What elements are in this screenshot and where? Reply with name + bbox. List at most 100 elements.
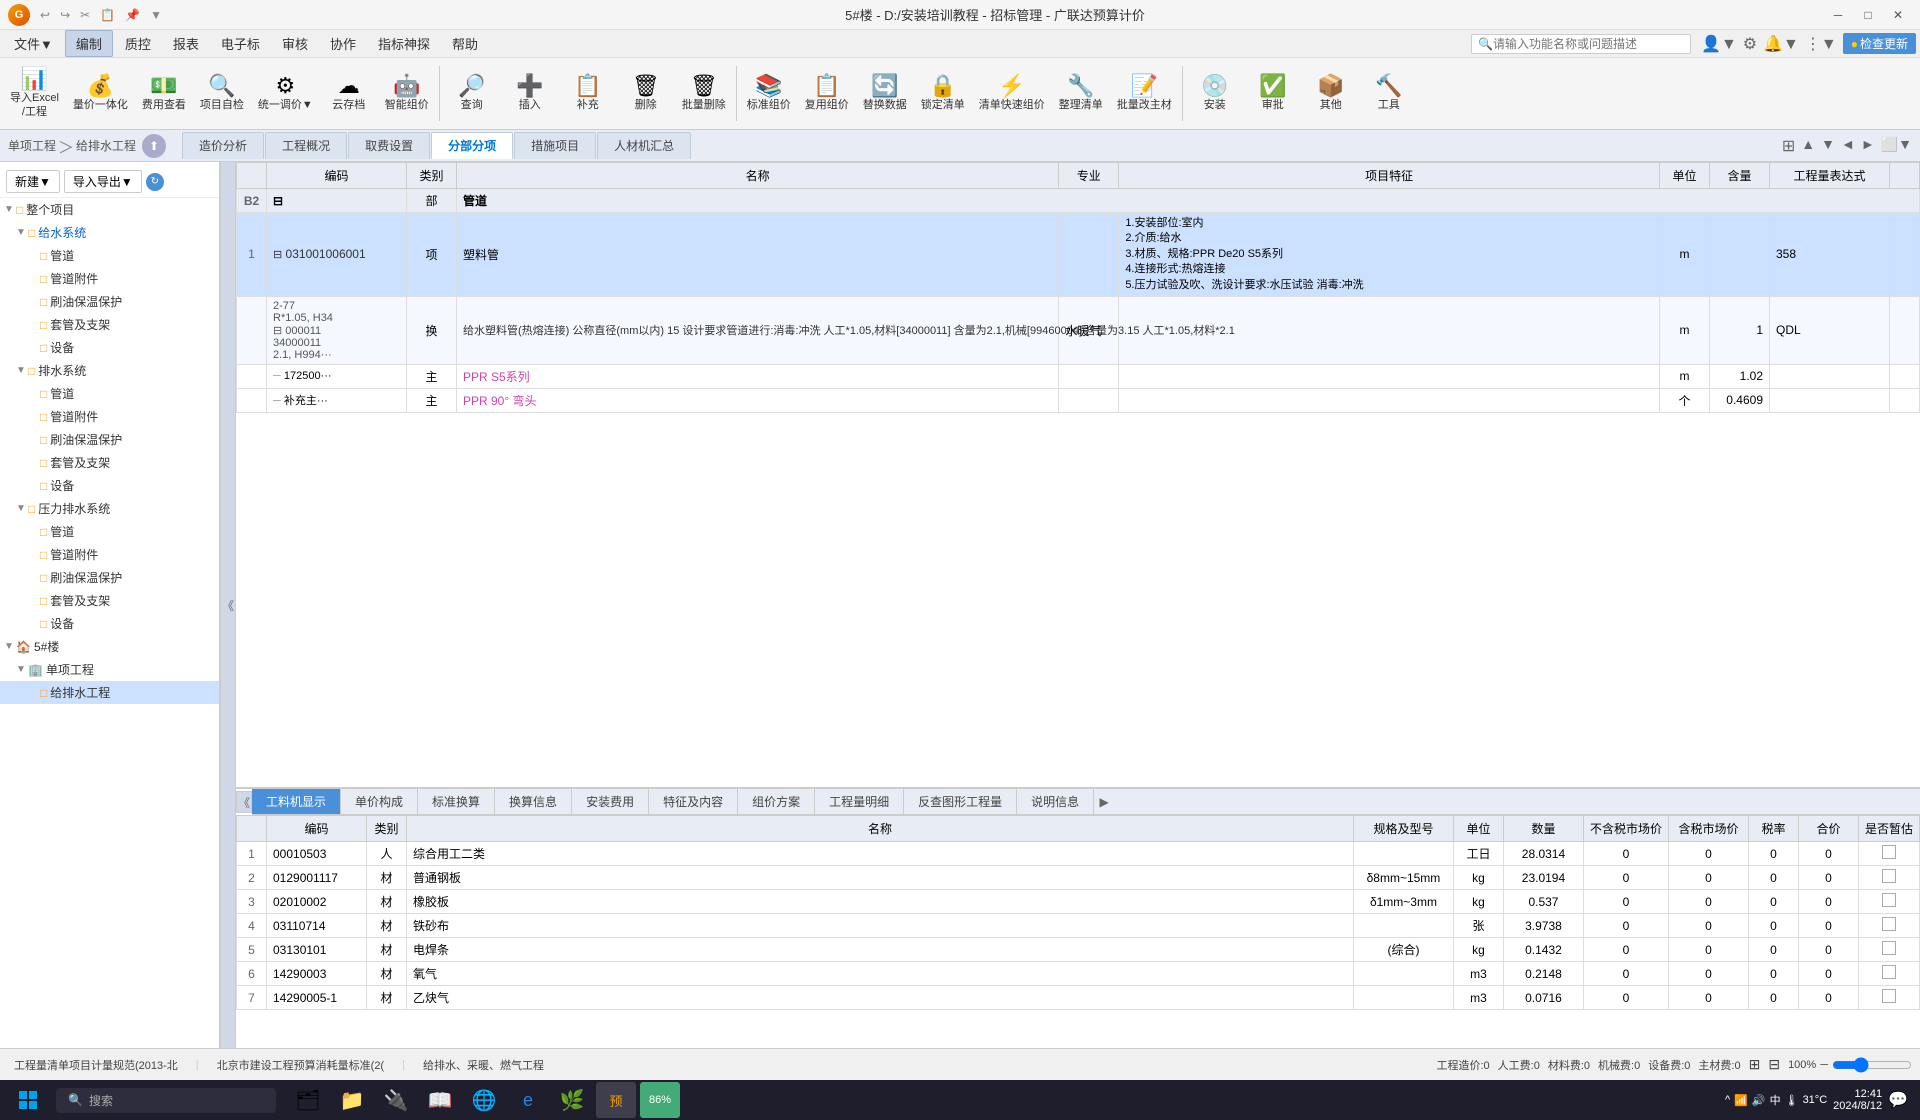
tree-item-single-project[interactable]: ▼ 🏢 单项工程: [0, 658, 219, 681]
taskbar-app-edge[interactable]: 🌐: [464, 1082, 504, 1118]
sub-row1-expr[interactable]: QDL: [1770, 296, 1890, 364]
menu-review[interactable]: 审核: [272, 31, 318, 56]
split-view-icon[interactable]: ⊞: [1782, 136, 1795, 156]
menu-collab[interactable]: 协作: [320, 31, 366, 56]
tab-fee-settings[interactable]: 取费设置: [348, 132, 430, 159]
bot-row7-ex-tax[interactable]: 0: [1583, 986, 1668, 1010]
import-excel-button[interactable]: 📊 导入Excel/工程: [4, 60, 65, 127]
tray-clock[interactable]: 12:41 2024/8/12: [1833, 1088, 1882, 1112]
supplement-button[interactable]: 📋 补充: [560, 60, 616, 127]
tree-item-sleeve3[interactable]: □ 套管及支架: [0, 589, 219, 612]
menu-quality[interactable]: 质控: [115, 31, 161, 56]
import-export-button[interactable]: 导入导出▼: [64, 170, 142, 193]
tray-notification[interactable]: 💬: [1888, 1090, 1908, 1110]
minimize-button[interactable]: ─: [1824, 5, 1852, 25]
tab-labor-display[interactable]: 工料机显示: [252, 789, 341, 814]
tree-item-equipment3[interactable]: □ 设备: [0, 612, 219, 635]
status-project-type[interactable]: 给排水、采暖、燃气工程: [417, 1055, 550, 1075]
bottom-tabs-more[interactable]: ▶: [1094, 789, 1114, 814]
status-quota-standard[interactable]: 工程量清单项目计量规范(2013-北: [8, 1055, 184, 1075]
toolbar-more[interactable]: ▼: [146, 6, 166, 24]
close-button[interactable]: ✕: [1884, 5, 1912, 25]
tree-item-pipe-fittings2[interactable]: □ 管道附件: [0, 405, 219, 428]
notification-icon[interactable]: 🔔▼: [1763, 34, 1799, 54]
status-budget-standard[interactable]: 北京市建设工程预算消耗量标准(2(: [211, 1055, 390, 1075]
row1-name[interactable]: 塑料管: [457, 213, 1059, 297]
arrow-right-icon[interactable]: ►: [1861, 136, 1875, 156]
bot-row3-ex-tax[interactable]: 0: [1583, 890, 1668, 914]
tab-features-content[interactable]: 特征及内容: [649, 789, 738, 814]
menu-report[interactable]: 报表: [163, 31, 209, 56]
tab-unit-price[interactable]: 单价构成: [341, 789, 418, 814]
bot-row2-qty[interactable]: 23.0194: [1503, 866, 1583, 890]
tools-button[interactable]: 🔨 工具: [1361, 60, 1417, 127]
tree-item-sleeve2[interactable]: □ 套管及支架: [0, 451, 219, 474]
taskbar-app-book[interactable]: 📖: [420, 1082, 460, 1118]
view-toggle-icon[interactable]: ⊞: [1749, 1056, 1761, 1073]
bot-row1-code[interactable]: 00010503: [267, 842, 367, 866]
organize-list-button[interactable]: 🔧 整理清单: [1053, 60, 1109, 127]
bot-row1-ex-tax[interactable]: 0: [1583, 842, 1668, 866]
bot-row5-qty[interactable]: 0.1432: [1503, 938, 1583, 962]
tab-measures[interactable]: 措施项目: [514, 132, 596, 159]
bot-row6-code[interactable]: 14290003: [267, 962, 367, 986]
reuse-price-button[interactable]: 📋 复用组价: [799, 60, 855, 127]
sub-row1-name[interactable]: 给水塑料管(热熔连接) 公称直径(mm以内) 15 设计要求管道进行:消毒:冲洗…: [457, 296, 1059, 364]
toolbar-redo[interactable]: ↪: [56, 6, 74, 24]
tray-ime-icon[interactable]: 中: [1770, 1092, 1781, 1108]
smart-price-button[interactable]: 🤖 智能组价: [379, 60, 435, 127]
tree-item-insulation3[interactable]: □ 刷油保温保护: [0, 566, 219, 589]
tree-item-pipe2[interactable]: □ 管道: [0, 382, 219, 405]
sub-row1-code[interactable]: 2-77 R*1.05, H34 ⊟ 000011 34000011 2.1, …: [267, 296, 407, 364]
menu-file[interactable]: 文件▼: [4, 31, 63, 56]
bot-row6-est[interactable]: [1858, 962, 1919, 986]
tree-collapse-arrow[interactable]: 《: [220, 162, 236, 1048]
bot-row5-ex-tax[interactable]: 0: [1583, 938, 1668, 962]
tray-up-arrow[interactable]: ^: [1725, 1094, 1730, 1106]
batch-delete-button[interactable]: 🗑 批量删除: [676, 60, 732, 127]
taskbar-app-explorer[interactable]: 🗂: [288, 1082, 328, 1118]
bot-row2-ex-tax[interactable]: 0: [1583, 866, 1668, 890]
tree-item-building5[interactable]: ▼ 🏠 5#楼: [0, 635, 219, 658]
price-integration-button[interactable]: 💰 量价一体化: [67, 60, 134, 127]
sub-row2-name[interactable]: PPR S5系列: [457, 364, 1059, 388]
tab-install-fee[interactable]: 安装费用: [572, 789, 649, 814]
bot-row3-est[interactable]: [1858, 890, 1919, 914]
arrow-up-icon[interactable]: ▲: [1801, 136, 1815, 156]
tree-item-drainage[interactable]: ▼ □ 排水系统: [0, 359, 219, 382]
tree-item-insulation2[interactable]: □ 刷油保温保护: [0, 428, 219, 451]
expand-icon[interactable]: ⬜▼: [1881, 136, 1912, 156]
tab-qty-detail[interactable]: 工程量明细: [815, 789, 904, 814]
function-search-box[interactable]: 🔍: [1471, 34, 1691, 54]
lock-list-button[interactable]: 🔒 锁定清单: [915, 60, 971, 127]
other-button[interactable]: 📦 其他: [1303, 60, 1359, 127]
sub-row2-code[interactable]: ─ 172500···: [267, 364, 407, 388]
bot-row7-in-tax[interactable]: 0: [1668, 986, 1748, 1010]
taskbar-search[interactable]: 🔍 搜索: [56, 1088, 276, 1113]
tab-labor-material[interactable]: 人材机汇总: [597, 132, 691, 159]
check-update-button[interactable]: ● 检查更新: [1843, 33, 1916, 54]
row1-expr[interactable]: 358: [1770, 213, 1890, 297]
query-button[interactable]: 🔎 查询: [444, 60, 500, 127]
tray-network-icon[interactable]: 📶: [1734, 1094, 1748, 1107]
bot-row2-in-tax[interactable]: 0: [1668, 866, 1748, 890]
breadcrumb-drainage[interactable]: 给排水工程: [76, 137, 136, 154]
bot-row6-in-tax[interactable]: 0: [1668, 962, 1748, 986]
tree-item-insulation1[interactable]: □ 刷油保温保护: [0, 290, 219, 313]
bot-row5-in-tax[interactable]: 0: [1668, 938, 1748, 962]
breadcrumb-single-project[interactable]: 单项工程: [8, 137, 56, 154]
insert-button[interactable]: ➕ 插入: [502, 60, 558, 127]
bot-row1-name[interactable]: 综合用工二类: [407, 842, 1354, 866]
bot-row4-qty[interactable]: 3.9738: [1503, 914, 1583, 938]
bottom-collapse-arrow[interactable]: 《: [236, 791, 252, 813]
tab-section-items[interactable]: 分部分项: [431, 132, 513, 159]
replace-data-button[interactable]: 🔄 替换数据: [857, 60, 913, 127]
new-button[interactable]: 新建▼: [6, 170, 60, 193]
tab-cost-analysis[interactable]: 造价分析: [182, 132, 264, 159]
bot-row1-in-tax[interactable]: 0: [1668, 842, 1748, 866]
bottom-row-5[interactable]: 5 03130101 材 电焊条 (综合) kg 0.1432 0 0 0 0: [237, 938, 1920, 962]
sync-button[interactable]: ↻: [146, 173, 164, 191]
function-search-input[interactable]: [1493, 37, 1673, 51]
bot-row3-qty[interactable]: 0.537: [1503, 890, 1583, 914]
menu-help[interactable]: 帮助: [442, 31, 488, 56]
